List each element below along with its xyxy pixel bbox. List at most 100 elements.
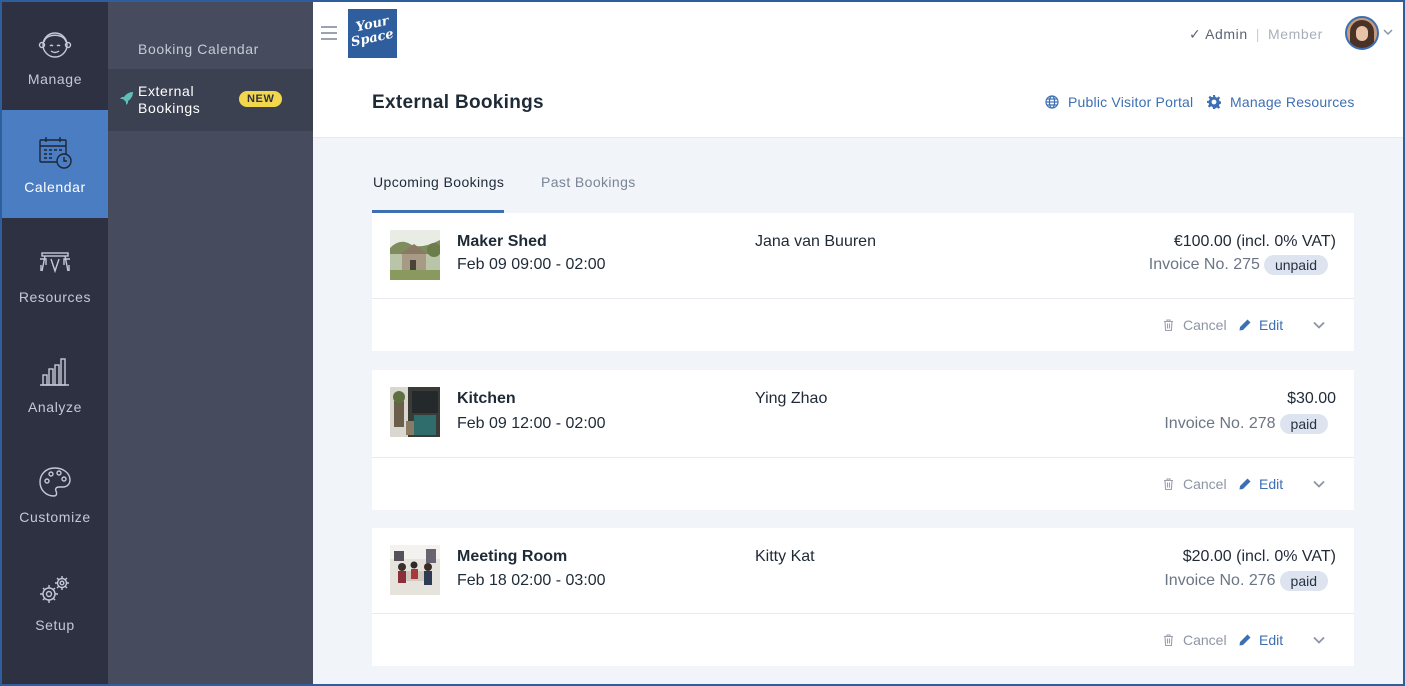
- resource-name[interactable]: Maker Shed: [457, 233, 547, 251]
- nav-calendar[interactable]: Calendar: [2, 110, 108, 218]
- invoice-number[interactable]: Invoice No. 276: [1164, 572, 1275, 590]
- invoice-number[interactable]: Invoice No. 278: [1164, 415, 1275, 433]
- tab-past-bookings[interactable]: Past Bookings: [541, 174, 636, 213]
- booking-actions: Cancel Edit: [372, 299, 1354, 351]
- booking-time: Feb 18 02:00 - 03:00: [457, 572, 606, 589]
- booking-price: $20.00 (incl. 0% VAT): [1182, 548, 1336, 565]
- new-badge: NEW: [239, 91, 283, 107]
- pencil-icon: [1239, 634, 1251, 646]
- role-admin-label: Admin: [1205, 26, 1248, 42]
- cancel-label: Cancel: [1183, 476, 1227, 492]
- bar-chart-icon: [40, 358, 69, 386]
- nav-analyze[interactable]: Analyze: [2, 330, 108, 438]
- edit-label: Edit: [1259, 632, 1284, 648]
- main-content: Your Space ✓ Admin | Member External Booki…: [313, 2, 1403, 684]
- cancel-label: Cancel: [1183, 317, 1227, 333]
- resource-name[interactable]: Meeting Room: [457, 548, 567, 566]
- manage-resources-label: Manage Resources: [1230, 94, 1355, 110]
- page-title: External Bookings: [372, 92, 544, 113]
- edit-button[interactable]: Edit: [1239, 632, 1283, 648]
- invoice-info: Invoice No. 278 paid: [1164, 414, 1328, 434]
- guest-name: Ying Zhao: [755, 390, 828, 407]
- role-separator: |: [1255, 26, 1260, 42]
- trash-icon: [1164, 478, 1173, 490]
- booking-time: Feb 09 09:00 - 02:00: [457, 256, 606, 273]
- chevron-down-icon[interactable]: [1383, 27, 1393, 37]
- booking-card: Kitchen Feb 09 12:00 - 02:00 Ying Zhao $…: [372, 370, 1354, 510]
- booking-summary: Maker Shed Feb 09 09:00 - 02:00 Jana van…: [372, 213, 1354, 299]
- chevron-down-icon[interactable]: [1313, 479, 1325, 489]
- chevron-down-icon[interactable]: [1313, 635, 1325, 645]
- resource-photo: [390, 230, 440, 280]
- gear-icon: [1207, 95, 1221, 109]
- booking-actions: Cancel Edit: [372, 614, 1354, 666]
- tab-upcoming-bookings[interactable]: Upcoming Bookings: [372, 174, 504, 213]
- booking-price: $30.00: [1287, 390, 1336, 407]
- pencil-icon: [1239, 319, 1251, 331]
- invoice-info: Invoice No. 276 paid: [1164, 571, 1328, 591]
- nav-customize[interactable]: Customize: [2, 440, 108, 548]
- public-visitor-portal-label: Public Visitor Portal: [1068, 94, 1194, 110]
- edit-label: Edit: [1259, 476, 1284, 492]
- chevron-down-icon[interactable]: [1313, 320, 1325, 330]
- nav-calendar-label: Calendar: [24, 179, 86, 195]
- public-visitor-portal-link[interactable]: Public Visitor Portal: [1045, 94, 1193, 110]
- cancel-button[interactable]: Cancel: [1163, 317, 1227, 333]
- nav-setup-label: Setup: [35, 617, 75, 633]
- booking-card: Meeting Room Feb 18 02:00 - 03:00 Kitty …: [372, 528, 1354, 666]
- subnav-external-bookings[interactable]: External Bookings NEW: [108, 69, 313, 131]
- subnav-external-bookings-label: External Bookings: [138, 83, 201, 116]
- role-member[interactable]: Member: [1268, 26, 1323, 42]
- gears-icon: [40, 576, 69, 603]
- edit-button[interactable]: Edit: [1239, 476, 1283, 492]
- nav-resources[interactable]: Resources: [2, 220, 108, 328]
- brand-logo[interactable]: Your Space: [348, 9, 397, 58]
- resource-photo: [390, 387, 440, 437]
- booking-price: €100.00 (incl. 0% VAT): [1173, 233, 1336, 250]
- nav-manage[interactable]: Manage: [2, 2, 108, 110]
- nav-analyze-label: Analyze: [27, 399, 82, 415]
- nav-setup[interactable]: Setup: [2, 548, 108, 656]
- invoice-number[interactable]: Invoice No. 275: [1149, 256, 1260, 274]
- face-icon: [38, 32, 72, 58]
- resource-name[interactable]: Kitchen: [457, 390, 516, 408]
- nav-customize-label: Customize: [19, 509, 91, 525]
- booking-time: Feb 09 12:00 - 02:00: [457, 415, 606, 432]
- subnav-booking-calendar[interactable]: Booking Calendar: [108, 38, 313, 64]
- calendar-clock-icon: [39, 137, 72, 169]
- booking-card: Maker Shed Feb 09 09:00 - 02:00 Jana van…: [372, 213, 1354, 351]
- payment-status-badge: unpaid: [1263, 255, 1328, 275]
- role-admin[interactable]: ✓ Admin: [1189, 26, 1248, 42]
- invoice-info: Invoice No. 275 unpaid: [1149, 255, 1328, 275]
- booking-summary: Kitchen Feb 09 12:00 - 02:00 Ying Zhao $…: [372, 370, 1354, 458]
- secondary-nav: Booking Calendar External Bookings NEW: [108, 2, 313, 684]
- resource-photo: [390, 545, 440, 595]
- menu-toggle-icon[interactable]: [321, 26, 337, 40]
- top-bar: Your Space ✓ Admin | Member External Booki…: [313, 2, 1403, 138]
- payment-status-badge: paid: [1279, 414, 1328, 434]
- cancel-button[interactable]: Cancel: [1163, 476, 1227, 492]
- cancel-button[interactable]: Cancel: [1163, 632, 1227, 648]
- role-switch: ✓ Admin | Member: [1189, 26, 1323, 43]
- payment-status-badge: paid: [1279, 571, 1328, 591]
- edit-button[interactable]: Edit: [1239, 317, 1283, 333]
- palette-icon: [39, 467, 71, 497]
- guest-name: Kitty Kat: [755, 548, 815, 565]
- rocket-icon: [120, 92, 133, 105]
- pencil-icon: [1239, 478, 1251, 490]
- user-avatar[interactable]: [1345, 16, 1379, 50]
- booking-summary: Meeting Room Feb 18 02:00 - 03:00 Kitty …: [372, 528, 1354, 614]
- globe-icon: [1045, 95, 1059, 109]
- nav-resources-label: Resources: [18, 289, 92, 305]
- app-window: Manage Calendar Resources Analyze Custom…: [0, 0, 1405, 686]
- booking-actions: Cancel Edit: [372, 458, 1354, 510]
- primary-nav: Manage Calendar Resources Analyze Custom…: [2, 2, 108, 684]
- trash-icon: [1164, 634, 1173, 646]
- desk-icon: [40, 252, 70, 274]
- nav-manage-label: Manage: [27, 71, 83, 87]
- guest-name: Jana van Buuren: [755, 233, 876, 250]
- cancel-label: Cancel: [1183, 632, 1227, 648]
- manage-resources-link[interactable]: Manage Resources: [1207, 94, 1355, 110]
- edit-label: Edit: [1259, 317, 1284, 333]
- trash-icon: [1164, 319, 1173, 331]
